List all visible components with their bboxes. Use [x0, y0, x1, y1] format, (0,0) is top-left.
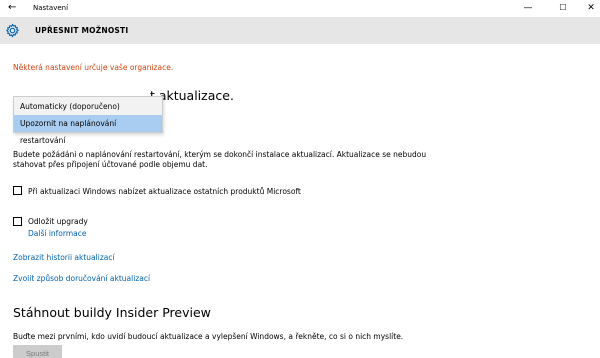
start-insider-button[interactable]: Spustit: [13, 345, 62, 358]
dropdown-option-automatic[interactable]: Automaticky (doporučeno): [14, 98, 162, 115]
title-bar: ← Nastavení — ☐ ✕: [0, 0, 600, 17]
insider-preview-description: Buďte mezi prvními, kdo uvidí budoucí ak…: [13, 332, 404, 341]
page-title: UPŘESNIT MOŽNOSTI: [35, 26, 129, 35]
microsoft-products-checkbox[interactable]: [13, 186, 22, 195]
install-mode-dropdown[interactable]: Automaticky (doporučeno) Upozornit na na…: [13, 96, 163, 145]
gear-icon: [5, 23, 20, 38]
install-mode-description: Budete požádáni o naplánování restartová…: [13, 150, 427, 169]
window-title: Nastavení: [33, 4, 69, 12]
microsoft-products-label[interactable]: Při aktualizaci Windows nabízet aktualiz…: [28, 187, 301, 196]
defer-upgrades-label[interactable]: Odložit upgrady: [28, 217, 88, 226]
delivery-method-link[interactable]: Zvolit způsob doručování aktualizací: [13, 274, 150, 283]
back-arrow-icon[interactable]: ←: [8, 2, 16, 14]
insider-preview-heading: Stáhnout buildy Insider Preview: [13, 305, 211, 320]
minimize-icon[interactable]: —: [521, 2, 535, 14]
maximize-icon[interactable]: ☐: [556, 2, 570, 14]
more-info-link[interactable]: Další informace: [28, 229, 87, 238]
organization-notice: Některá nastavení určuje vaše organizace…: [13, 63, 174, 72]
page-header: UPŘESNIT MOŽNOSTI: [0, 17, 600, 44]
update-history-link[interactable]: Zobrazit historii aktualizací: [13, 253, 115, 262]
close-icon[interactable]: ✕: [584, 2, 598, 14]
dropdown-option-notify-restart[interactable]: Upozornit na naplánování restartování: [14, 115, 162, 145]
defer-upgrades-checkbox[interactable]: [13, 217, 22, 226]
